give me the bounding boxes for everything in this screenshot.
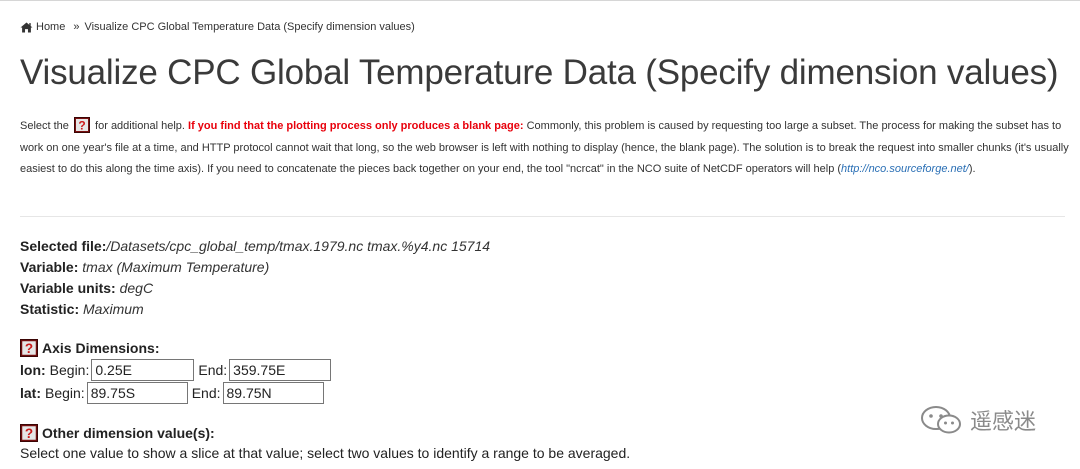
lon-begin-input[interactable] xyxy=(91,359,195,381)
other-dimension-label: Other dimension value(s): xyxy=(42,425,215,441)
intro-select-suffix: for additional help. xyxy=(95,120,185,132)
variable-row: Variable: tmax (Maximum Temperature) xyxy=(20,257,490,278)
nco-link[interactable]: http://nco.sourceforge.net/ xyxy=(841,163,969,175)
lon-row: lon: Begin: End: xyxy=(20,359,335,381)
lat-end-input[interactable] xyxy=(222,382,324,404)
lat-label: lat: xyxy=(20,385,41,401)
breadcrumb-home-link[interactable]: Home xyxy=(20,21,65,33)
selected-file-value: /Datasets/cpc_global_temp/tmax.1979.nc t… xyxy=(106,238,491,254)
breadcrumb-separator: » xyxy=(73,21,80,33)
lon-label: lon: xyxy=(20,362,46,378)
divider xyxy=(20,216,1065,217)
units-row: Variable units: degC xyxy=(20,278,490,299)
units-value: degC xyxy=(119,280,154,296)
intro-select-prefix: Select the xyxy=(20,120,69,132)
lat-begin-label: Begin: xyxy=(45,385,85,401)
lat-begin-input[interactable] xyxy=(86,382,188,404)
units-label: Variable units: xyxy=(20,280,116,296)
selected-file-label: Selected file: xyxy=(20,238,107,254)
watermark: 遥感迷 xyxy=(920,404,1036,436)
axis-dimensions-heading: Axis Dimensions: xyxy=(20,339,159,357)
statistic-value: Maximum xyxy=(83,301,144,317)
breadcrumb: Home » Visualize CPC Global Temperature … xyxy=(20,21,415,33)
top-border xyxy=(0,0,1080,1)
breadcrumb-current: Visualize CPC Global Temperature Data (S… xyxy=(84,21,415,33)
statistic-row: Statistic: Maximum xyxy=(20,299,490,320)
lon-end-label: End: xyxy=(198,362,228,378)
lat-end-label: End: xyxy=(191,385,221,401)
selected-file-row: Selected file:/Datasets/cpc_global_temp/… xyxy=(20,236,490,257)
variable-label: Variable: xyxy=(20,259,79,275)
help-icon[interactable] xyxy=(20,424,38,442)
page-title: Visualize CPC Global Temperature Data (S… xyxy=(20,53,1059,92)
link-close-paren: ). xyxy=(968,163,976,175)
lat-row: lat: Begin: End: xyxy=(20,382,328,404)
home-icon xyxy=(20,21,33,33)
lon-end-input[interactable] xyxy=(229,359,332,381)
help-icon[interactable] xyxy=(20,339,38,357)
help-icon[interactable] xyxy=(74,117,90,133)
help-intro: Select the for additional help. If you f… xyxy=(20,116,1070,181)
blank-page-warning: If you find that the plotting process on… xyxy=(188,120,524,132)
axis-dimensions-label: Axis Dimensions: xyxy=(42,340,160,356)
lon-begin-label: Begin: xyxy=(49,362,90,378)
other-dimension-heading: Other dimension value(s): xyxy=(20,424,215,442)
breadcrumb-home-label[interactable]: Home xyxy=(36,21,65,33)
watermark-text: 遥感迷 xyxy=(970,409,1037,434)
other-dimension-instructions: Select one value to show a slice at that… xyxy=(20,445,631,461)
wechat-icon xyxy=(921,406,961,434)
file-info: Selected file:/Datasets/cpc_global_temp/… xyxy=(20,236,490,320)
variable-value: tmax (Maximum Temperature) xyxy=(82,259,270,275)
statistic-label: Statistic: xyxy=(20,301,80,317)
